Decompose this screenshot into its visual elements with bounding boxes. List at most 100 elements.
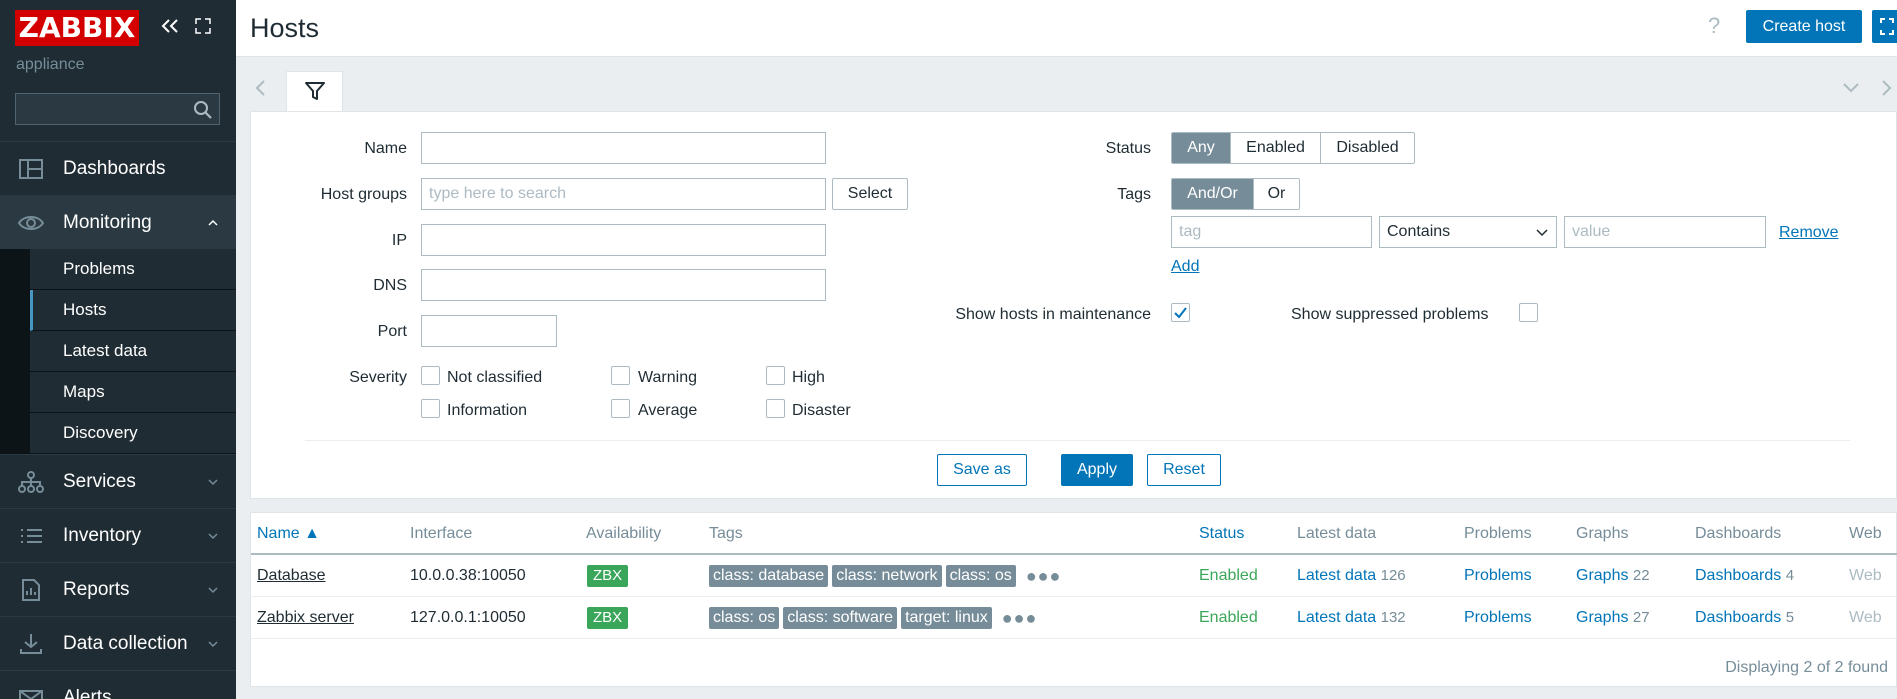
server-name: appliance [16,56,85,73]
availability-badge[interactable]: ZBX [587,565,629,587]
help-icon[interactable]: ? [1708,13,1720,39]
column-header-status[interactable]: Status [1199,525,1244,543]
save-as-button[interactable]: Save as [937,454,1027,486]
chevron-left-icon[interactable] [254,79,268,97]
filter-tab[interactable] [286,71,343,112]
menu-item-reports[interactable]: Reports [0,562,236,616]
more-tags-icon[interactable]: ●●● [1026,566,1062,587]
tag-operator-select[interactable]: Contains [1379,216,1557,248]
menu-item-dashboards[interactable]: Dashboards [0,141,236,195]
remove-tag-link[interactable]: Remove [1779,224,1839,242]
eye-icon [18,216,44,230]
search-icon[interactable] [193,100,213,120]
problems-link[interactable]: Problems [1464,609,1532,627]
menu-item-monitoring[interactable]: Monitoring [0,195,236,249]
graphs-count: 27 [1632,609,1650,626]
chevron-down-icon[interactable] [1842,81,1860,95]
fullscreen-button[interactable] [1872,10,1897,43]
reset-button[interactable]: Reset [1147,454,1221,486]
latest-data-label: Latest data [1297,609,1377,626]
latest-data-link[interactable]: Latest data 132 [1297,609,1406,627]
maintenance-checkbox[interactable] [1171,303,1190,322]
dashboards-count: 4 [1785,567,1795,584]
name-input[interactable] [421,132,826,164]
add-tag-link[interactable]: Add [1171,258,1199,276]
chevron-right-icon[interactable] [1880,79,1892,97]
dashboards-count: 5 [1785,609,1795,626]
severity-warning-checkbox[interactable] [611,366,630,385]
severity-information-checkbox[interactable] [421,399,440,418]
menu-label: Reports [63,578,130,600]
dns-label: DNS [373,277,407,294]
menu-label: Dashboards [63,157,166,179]
host-name-link[interactable]: Zabbix server [257,609,354,627]
tag-badge[interactable]: class: os [709,607,780,629]
dashboards-link[interactable]: Dashboards 4 [1695,567,1794,585]
menu-label: Services [63,470,136,492]
submenu-item-problems[interactable]: Problems [30,249,236,290]
tag-badge[interactable]: class: os [945,565,1016,587]
tags-and-or-option[interactable]: And/Or [1172,179,1254,209]
tags-label: Tags [1117,186,1151,203]
severity-disaster-checkbox[interactable] [766,399,785,418]
chevron-down-icon [208,587,218,594]
severity-average-checkbox[interactable] [611,399,630,418]
status-enabled-option[interactable]: Enabled [1231,133,1321,163]
collapse-sidebar-icon[interactable] [160,16,180,36]
ip-input[interactable] [421,224,826,256]
page-title: Hosts [250,13,320,43]
submenu-item-latest-data[interactable]: Latest data [30,331,236,372]
tag-badge[interactable]: class: database [709,565,829,587]
status-any-option[interactable]: Any [1172,133,1231,163]
graphs-link[interactable]: Graphs 27 [1576,609,1650,627]
suppressed-checkbox[interactable] [1519,303,1538,322]
severity-not-classified-checkbox[interactable] [421,366,440,385]
tags-list: class: database class: network class: os… [709,565,1061,587]
submenu-item-discovery[interactable]: Discovery [30,413,236,454]
severity-option-label: Average [638,402,698,419]
maintenance-label: Show hosts in maintenance [955,306,1151,323]
menu-item-data-collection[interactable]: Data collection [0,616,236,670]
zabbix-logo[interactable]: ZABBIX [15,10,139,46]
tag-badge[interactable]: class: software [783,607,898,629]
menu-item-inventory[interactable]: Inventory [0,508,236,562]
submenu-item-hosts[interactable]: Hosts [30,290,236,331]
port-input[interactable] [421,315,557,347]
problems-link[interactable]: Problems [1464,567,1532,585]
dns-input[interactable] [421,269,826,301]
create-host-button[interactable]: Create host [1746,10,1862,43]
tag-name-input[interactable] [1171,216,1372,248]
table-footer-count: Displaying 2 of 2 found [1725,659,1888,676]
status-disabled-option[interactable]: Disabled [1321,133,1414,163]
kiosk-mode-icon[interactable] [194,17,212,35]
apply-button[interactable]: Apply [1061,454,1133,486]
menu-item-services[interactable]: Services [0,454,236,508]
menu-label: Data collection [63,632,188,654]
host-name-link[interactable]: Database [257,567,326,585]
more-tags-icon[interactable]: ●●● [1002,608,1038,629]
graphs-link[interactable]: Graphs 22 [1576,567,1650,585]
latest-data-link[interactable]: Latest data 126 [1297,567,1406,585]
list-icon [21,529,42,543]
tags-or-option[interactable]: Or [1254,179,1299,209]
tag-badge[interactable]: target: linux [901,607,992,629]
menu-item-alerts[interactable]: Alerts [0,670,236,699]
graphs-label: Graphs [1576,567,1629,584]
sidebar-search-input[interactable] [16,94,186,124]
tag-value-input[interactable] [1564,216,1766,248]
host-groups-select-button[interactable]: Select [832,178,908,210]
dashboards-link[interactable]: Dashboards 5 [1695,609,1794,627]
host-status[interactable]: Enabled [1199,609,1258,627]
submenu-item-maps[interactable]: Maps [30,372,236,413]
severity-option-label: Not classified [447,369,543,386]
tag-badge[interactable]: class: network [832,565,942,587]
severity-high-checkbox[interactable] [766,366,785,385]
web-link: Web [1849,609,1882,626]
severity-option-label: Information [447,402,528,419]
availability-badge[interactable]: ZBX [587,607,629,629]
host-status[interactable]: Enabled [1199,567,1258,585]
column-header-name[interactable]: Name ▲ [257,525,320,543]
tags-eval-control: And/Or Or [1171,178,1300,210]
host-groups-label: Host groups [320,186,407,203]
host-groups-input[interactable] [421,178,826,210]
